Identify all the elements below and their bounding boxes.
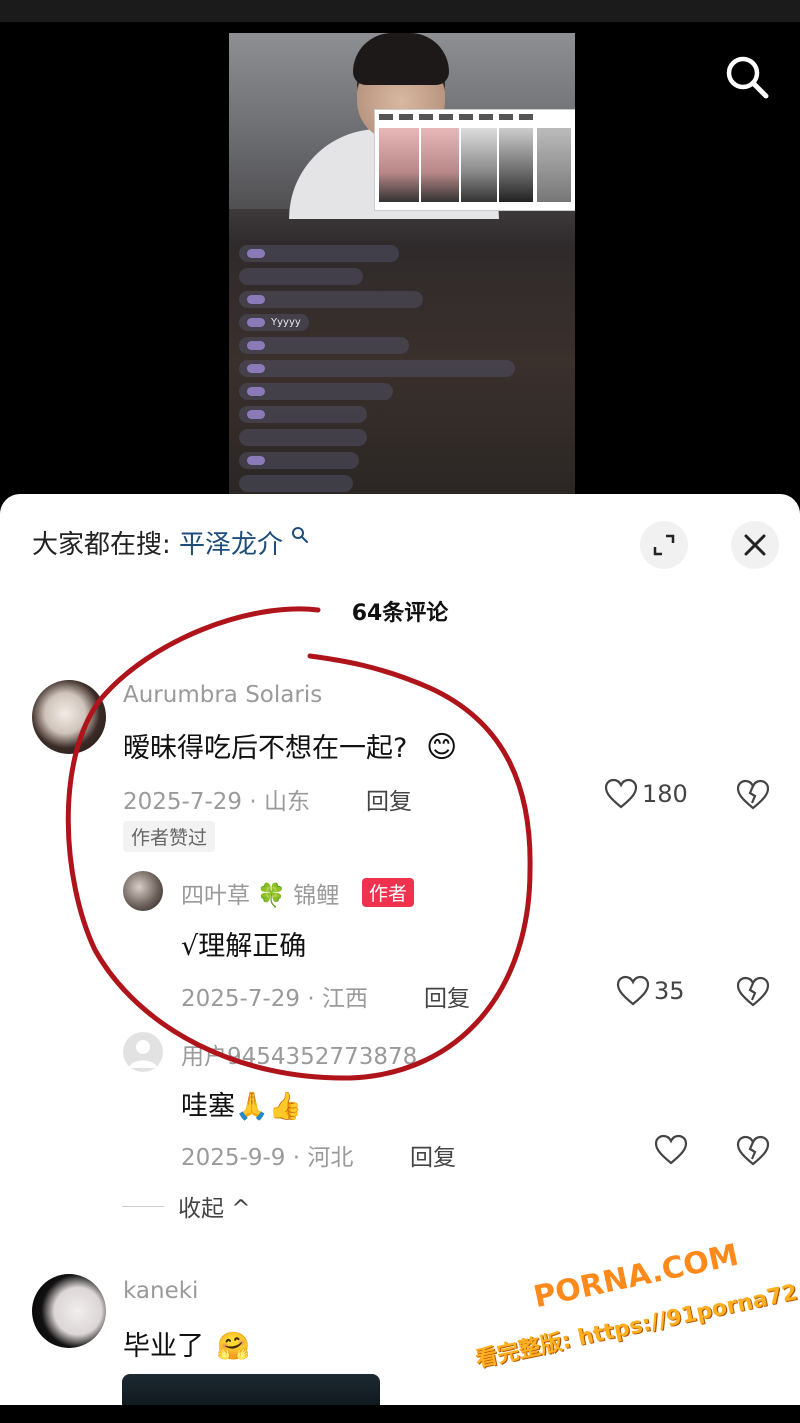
heart-icon <box>604 778 638 809</box>
screen-share-thumb <box>461 128 497 202</box>
reply-username[interactable]: 用户9454352773878 <box>181 1037 417 1071</box>
like-count: 35 <box>654 977 685 1005</box>
reply-meta: 2025-7-29 · 江西 <box>181 986 368 1012</box>
screen-share-thumb <box>421 128 459 202</box>
avatar[interactable] <box>123 1032 163 1072</box>
screen-share-toolbar <box>379 114 539 120</box>
danmaku-item <box>239 383 393 400</box>
comment-text: 毕业了 🤗 <box>123 1324 250 1363</box>
divider <box>122 1205 164 1207</box>
search-suggestion-prefix: 大家都在搜: <box>32 530 171 560</box>
avatar[interactable] <box>32 1274 106 1348</box>
streamer-hair <box>353 33 449 85</box>
reply-button[interactable]: 回复 <box>366 782 412 816</box>
reply-username-suffix: 锦鲤 <box>293 883 340 909</box>
reply-text: 哇塞🙏👍 <box>181 1091 303 1122</box>
collapse-label: 收起 ^ <box>178 1196 251 1222</box>
danmaku-item <box>239 360 515 377</box>
danmaku-item <box>239 337 409 354</box>
like-count: 180 <box>642 780 688 808</box>
expand-button[interactable] <box>640 521 688 569</box>
comment-username[interactable]: Aurumbra Solaris <box>123 682 322 708</box>
video-frame[interactable]: Yyyyy <box>229 33 575 503</box>
screen-share-thumb <box>379 128 419 202</box>
danmaku-item <box>239 268 363 285</box>
comment-text: 暧昧得吃后不想在一起? 😊 <box>123 726 457 765</box>
comment-username[interactable]: kaneki <box>123 1278 198 1304</box>
reply-button[interactable]: 回复 <box>424 979 470 1013</box>
expand-icon <box>653 534 675 556</box>
author-tag: 作者 <box>362 878 415 907</box>
reply-meta: 2025-9-9 · 河北 <box>181 1145 354 1171</box>
danmaku-item <box>239 245 399 262</box>
screen-share-thumb <box>499 128 533 202</box>
danmaku-list: Yyyyy <box>239 245 569 498</box>
video-player[interactable]: Yyyyy <box>0 0 800 520</box>
avatar[interactable] <box>123 871 163 911</box>
smile-emoji: 😊 <box>425 730 458 765</box>
search-button[interactable] <box>722 52 772 102</box>
comment-count: 64条评论 <box>351 601 449 626</box>
search-suggestion[interactable]: 大家都在搜: 平泽龙介 <box>32 524 309 561</box>
danmaku-item <box>239 406 367 423</box>
danmaku-item <box>239 429 367 446</box>
like-button[interactable]: 35 <box>616 975 685 1009</box>
close-button[interactable] <box>731 521 779 569</box>
collapse-replies-button[interactable]: 收起 ^ <box>122 1189 251 1223</box>
comment-image[interactable] <box>122 1374 380 1405</box>
search-icon <box>726 56 769 99</box>
comment-text-body: 毕业了 <box>123 1331 204 1362</box>
avatar[interactable] <box>32 680 106 754</box>
reply-username-text: 四叶草 <box>181 883 250 909</box>
danmaku-item: Yyyyy <box>239 314 309 331</box>
comment-text-body: 暧昧得吃后不想在一起? <box>123 733 408 764</box>
broken-heart-icon <box>736 779 770 810</box>
reply-button[interactable]: 回复 <box>410 1138 456 1172</box>
hug-emoji: 🤗 <box>216 1331 251 1362</box>
like-button[interactable]: 180 <box>604 778 688 812</box>
search-suggestion-keyword[interactable]: 平泽龙介 <box>179 530 283 560</box>
dislike-button[interactable] <box>736 1135 770 1169</box>
screen-share-thumb <box>537 128 571 202</box>
screen-share-overlay <box>374 109 575 211</box>
danmaku-item <box>239 452 359 469</box>
comment-meta: 2025-7-29 · 山东 <box>123 789 310 815</box>
heart-icon <box>654 1134 688 1165</box>
author-liked-badge: 作者赞过 <box>123 821 216 852</box>
like-button[interactable] <box>654 1134 688 1168</box>
dislike-button[interactable] <box>736 976 770 1010</box>
status-strip <box>0 0 800 22</box>
danmaku-item <box>239 475 353 492</box>
clover-emoji: 🍀 <box>257 883 286 909</box>
default-avatar-icon <box>129 1040 157 1068</box>
broken-heart-icon <box>736 1135 770 1166</box>
reply-username[interactable]: 四叶草 🍀 锦鲤 <box>181 876 339 910</box>
close-icon <box>744 534 766 556</box>
reply-text: √理解正确 <box>181 931 307 962</box>
broken-heart-icon <box>736 976 770 1007</box>
heart-icon <box>616 975 650 1006</box>
dislike-button[interactable] <box>736 779 770 813</box>
search-small-icon <box>292 527 309 543</box>
danmaku-item <box>239 291 423 308</box>
